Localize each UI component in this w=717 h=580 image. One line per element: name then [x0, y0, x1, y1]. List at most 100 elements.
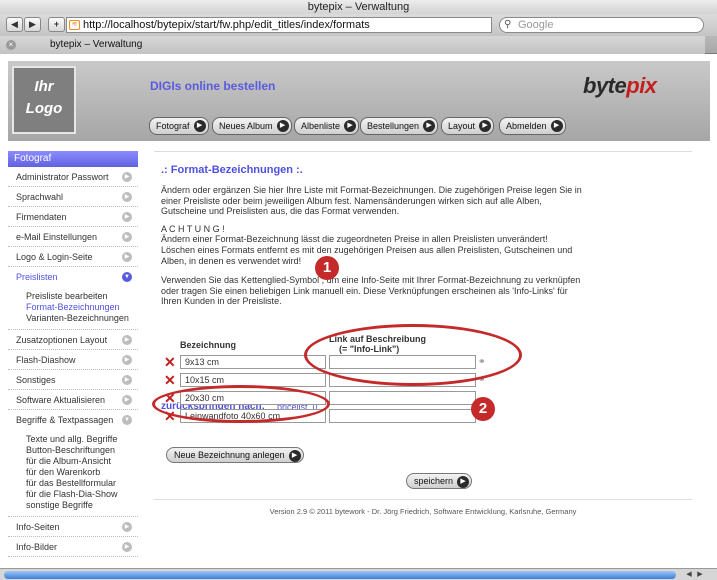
- button-label: speichern: [414, 476, 454, 486]
- sidebar-item-begriffe[interactable]: Begriffe & Textpassagen ▼: [8, 410, 138, 430]
- arrow-right-icon: ▶: [423, 120, 436, 132]
- url-bar[interactable]: ≋ http://localhost/bytepix/start/fw.php/…: [66, 17, 492, 33]
- sidebar-item-label: Info-Bilder: [16, 542, 58, 552]
- arrow-down-icon: ▼: [122, 272, 132, 282]
- page-viewport: Ihr Logo DIGIs online bestellen bytepix …: [0, 54, 717, 568]
- arrow-right-icon: ▶: [122, 172, 132, 182]
- nav-label: Fotograf: [156, 121, 190, 131]
- tagline: DIGIs online bestellen: [150, 79, 276, 93]
- nav-fotograf[interactable]: Fotograf ▶: [149, 117, 209, 135]
- nav-albenliste[interactable]: Albenliste ▶: [294, 117, 360, 135]
- tab-title: bytepix – Verwaltung: [50, 39, 143, 50]
- subitem-format-bezeichnungen[interactable]: Format-Bezeichnungen: [8, 302, 138, 313]
- forward-button[interactable]: ▶: [24, 17, 41, 32]
- footer: Version 2.9 © 2011 bytework - Dr. Jörg F…: [269, 507, 577, 516]
- arrow-right-icon: ▶: [122, 395, 132, 405]
- sidebar-item-preislisten[interactable]: Preislisten ▼: [8, 267, 138, 287]
- sidebar-item-email-einstellungen[interactable]: e-Mail Einstellungen ▶: [8, 227, 138, 247]
- delete-icon[interactable]: ✕: [164, 373, 176, 387]
- save-button[interactable]: speichern ▶: [406, 473, 473, 489]
- sidebar-item-label: Logo & Login-Seite: [16, 252, 93, 262]
- close-tab-icon[interactable]: ×: [6, 40, 16, 50]
- subitem-flash-dia-show[interactable]: für die Flash-Dia-Show: [8, 489, 138, 500]
- subitem-sonstige-begriffe[interactable]: sonstige Begriffe: [8, 500, 138, 511]
- annotation-badge-1: 1: [315, 256, 339, 280]
- logo: Ihr Logo: [12, 66, 76, 134]
- divider: [154, 499, 692, 500]
- url-text: http://localhost/bytepix/start/fw.php/ed…: [83, 19, 370, 31]
- sidebar-item-label: Flash-Diashow: [16, 355, 76, 365]
- arrow-right-icon: ▶: [122, 232, 132, 242]
- sidebar-item-flash-diashow[interactable]: Flash-Diashow ▶: [8, 350, 138, 370]
- subitem-bestellformular[interactable]: für das Bestellformular: [8, 478, 138, 489]
- arrow-right-icon: ▶: [344, 120, 357, 132]
- sidebar-item-label: Software Aktualisieren: [16, 395, 106, 405]
- arrow-right-icon: ▶: [550, 120, 563, 132]
- sidebar-item-label: Zusatzoptionen Layout: [16, 335, 108, 345]
- button-label: Neue Bezeichnung anlegen: [174, 450, 285, 460]
- arrow-right-icon: ▶: [122, 192, 132, 202]
- brand-main: byte: [583, 73, 627, 98]
- begriffe-submenu: Texte und allg. Begriffe Button-Beschrif…: [8, 430, 138, 517]
- nav-label: Abmelden: [506, 121, 547, 131]
- browser-window: bytepix – Verwaltung ◀ ▶ + ≋ http://loca…: [0, 0, 717, 580]
- subitem-preisliste-bearbeiten[interactable]: Preisliste bearbeiten: [8, 291, 138, 302]
- sidebar-item-software-aktualisieren[interactable]: Software Aktualisieren ▶: [8, 390, 138, 410]
- sidebar-item-logo-login[interactable]: Logo & Login-Seite ▶: [8, 247, 138, 267]
- arrow-down-icon: ▼: [122, 415, 132, 425]
- horizontal-scrollbar[interactable]: [4, 571, 676, 579]
- arrow-right-icon: ▶: [122, 212, 132, 222]
- annotation-ellipse-1: [152, 385, 330, 423]
- warning-heading: A C H T U N G !: [161, 224, 225, 234]
- nav-abmelden[interactable]: Abmelden ▶: [499, 117, 566, 135]
- subitem-button-beschriftungen[interactable]: Button-Beschriftungen: [8, 445, 138, 456]
- sidebar-item-sonstiges[interactable]: Sonstiges ▶: [8, 370, 138, 390]
- sidebar-item-label: Info-Seiten: [16, 522, 60, 532]
- logo-line-2: Logo: [25, 100, 63, 117]
- search-icon: ⚲: [504, 19, 512, 30]
- subitem-texte[interactable]: Texte und allg. Begriffe: [8, 434, 138, 445]
- intro-text: Ändern oder ergänzen Sie hier Ihre Liste…: [161, 185, 582, 216]
- tab-active[interactable]: × bytepix – Verwaltung: [0, 36, 705, 54]
- subitem-album-ansicht[interactable]: für die Album-Ansicht: [8, 456, 138, 467]
- arrow-right-icon: ▶: [122, 335, 132, 345]
- nav-label: Neues Album: [219, 121, 273, 131]
- nav-neues-album[interactable]: Neues Album ▶: [212, 117, 292, 135]
- subitem-warenkorb[interactable]: für den Warenkorb: [8, 467, 138, 478]
- delete-icon[interactable]: ✕: [164, 355, 176, 369]
- arrow-right-icon: ▶: [193, 120, 206, 132]
- arrow-right-icon: ▶: [457, 476, 470, 488]
- sidebar-item-info-bilder[interactable]: Info-Bilder ▶: [8, 537, 138, 557]
- subitem-varianten-bezeichnungen[interactable]: Varianten-Bezeichnungen: [8, 313, 138, 324]
- chain-info-text: Verwenden Sie das Kettenglied-Symbol , u…: [161, 275, 581, 306]
- sidebar-item-label: Sonstiges: [16, 375, 56, 385]
- info-link-field[interactable]: [329, 409, 476, 423]
- add-bookmark-button[interactable]: +: [48, 17, 65, 32]
- scroll-right-icon[interactable]: ▶: [695, 570, 705, 579]
- rss-icon: ≋: [69, 20, 80, 30]
- main-content: .: Format-Bezeichnungen :. Ändern oder e…: [152, 151, 692, 568]
- sidebar-item-firmendaten[interactable]: Firmendaten ▶: [8, 207, 138, 227]
- search-input[interactable]: ⚲ Google: [499, 17, 704, 33]
- browser-toolbar: ◀ ▶ + ≋ http://localhost/bytepix/start/f…: [0, 14, 717, 36]
- info-link-field[interactable]: [329, 391, 476, 405]
- sidebar-item-label: Administrator Passwort: [16, 172, 109, 182]
- nav-layout[interactable]: Layout ▶: [441, 117, 495, 135]
- arrow-right-icon: ▶: [276, 120, 289, 132]
- arrow-right-icon: ▶: [122, 375, 132, 385]
- nav-bestellungen[interactable]: Bestellungen ▶: [360, 117, 439, 135]
- search-placeholder: Google: [518, 19, 554, 31]
- tab-bar: × bytepix – Verwaltung: [0, 36, 717, 54]
- sidebar-heading: Fotograf: [8, 151, 138, 167]
- brand-logo: bytepix: [583, 73, 657, 99]
- sidebar-item-administrator-passwort[interactable]: Administrator Passwort ▶: [8, 167, 138, 187]
- back-button[interactable]: ◀: [6, 17, 23, 32]
- new-format-button[interactable]: Neue Bezeichnung anlegen ▶: [166, 447, 304, 463]
- column-header-name: Bezeichnung: [180, 340, 237, 350]
- status-bar: ◀ ▶: [0, 568, 717, 580]
- sidebar-item-zusatzoptionen-layout[interactable]: Zusatzoptionen Layout ▶: [8, 330, 138, 350]
- sidebar-item-info-seiten[interactable]: Info-Seiten ▶: [8, 517, 138, 537]
- scroll-left-icon[interactable]: ◀: [684, 570, 694, 579]
- divider: [154, 151, 692, 152]
- sidebar-item-sprachwahl[interactable]: Sprachwahl ▶: [8, 187, 138, 207]
